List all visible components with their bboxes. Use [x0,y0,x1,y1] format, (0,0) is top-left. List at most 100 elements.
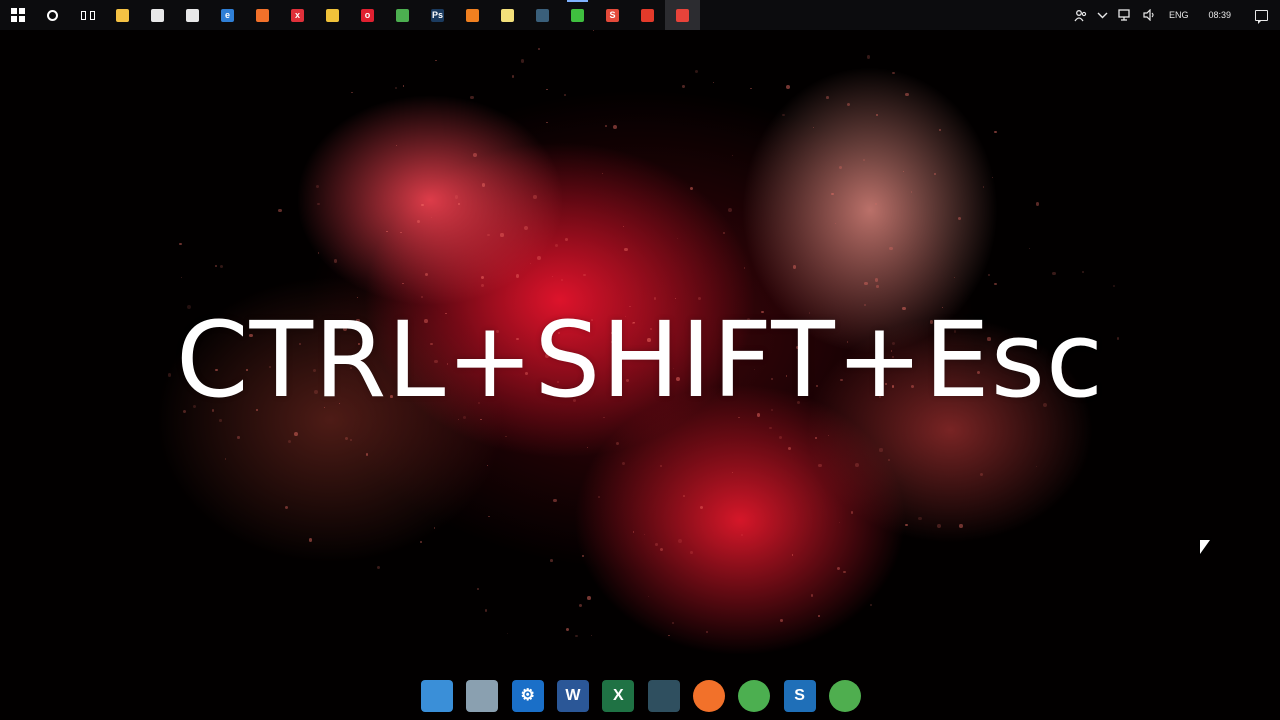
wallpaper-speck [487,233,490,236]
taskbar-app-button[interactable] [560,0,595,30]
dock-item[interactable] [645,677,683,715]
dock-item[interactable]: ⚙ [509,677,547,715]
wallpaper-speck [215,265,218,267]
cortana-search-button[interactable] [35,0,70,30]
tray-clock[interactable]: 08:39 [1196,0,1243,30]
taskbar-app-button[interactable] [245,0,280,30]
task-view-button[interactable] [70,0,105,30]
wallpaper-speck [583,273,586,277]
taskbar-app-button[interactable] [630,0,665,30]
taskbar-app-button[interactable] [455,0,490,30]
taskbar-app-button[interactable]: S [595,0,630,30]
wallpaper-speck [814,436,817,440]
dock-item[interactable] [418,677,456,715]
wallpaper-speck [782,113,785,117]
wallpaper-speck [695,70,699,74]
task-view-icon [80,10,95,21]
tray-people-button[interactable] [1069,0,1092,30]
wallpaper-speck [957,216,962,220]
wallpaper-speck [659,548,663,552]
start-button[interactable] [0,0,35,30]
dock-item[interactable] [735,677,773,715]
wallpaper-speck [400,231,403,234]
wallpaper-speck [812,127,815,129]
wallpaper-speck [180,276,183,278]
dock-item[interactable]: X [599,677,637,715]
wallpaper-speck [838,166,843,170]
wallpaper-speck [472,153,477,158]
wallpaper-speck [590,635,592,637]
wallpaper-speck [553,498,557,503]
wallpaper-speck [601,172,603,175]
wallpaper-speck [810,594,814,597]
wallpaper-speck [488,515,490,517]
taskbar-app-button[interactable] [490,0,525,30]
taskbar-app-button[interactable] [665,0,700,30]
taskbar-app-button[interactable]: x [280,0,315,30]
file-explorer-icon [116,8,129,22]
wallpaper-speck [395,144,398,147]
wallpaper-speck [597,496,600,499]
wallpaper-speck [317,203,320,206]
dock-item[interactable]: S [781,677,819,715]
wallpaper-speck [874,202,877,205]
wallpaper-speck [219,264,224,269]
taskbar-app-button[interactable] [315,0,350,30]
wallpaper-speck [179,242,182,246]
wallpaper-speck [850,511,854,514]
wallpaper-speck [994,130,997,134]
taskbar-app-button[interactable]: e [210,0,245,30]
wallpaper-speck [655,543,658,546]
dock-item[interactable] [690,677,728,715]
wallpaper-speck [334,259,338,263]
wallpaper-speck [345,436,348,440]
tray-overflow-button[interactable] [1092,0,1113,30]
red-x-app-icon: x [291,8,304,22]
wallpaper-speck [417,220,421,224]
wallpaper-speck [560,279,564,282]
taskbar-app-button[interactable] [140,0,175,30]
tray-language-indicator[interactable]: ENG [1161,0,1197,30]
tray-volume-button[interactable] [1138,0,1161,30]
wallpaper-speck [613,124,617,129]
wallpaper-speck [1082,271,1085,274]
wallpaper-speck [937,523,941,528]
taskbar-app-button[interactable] [385,0,420,30]
wallpaper-speck [889,246,893,251]
taskbar-app-button[interactable] [175,0,210,30]
wallpaper-speck [237,436,240,439]
wallpaper-speck [869,604,872,607]
wallpaper-speck [481,275,485,279]
taskbar-app-button[interactable]: Ps [420,0,455,30]
taskbar-app-button[interactable] [105,0,140,30]
mail-icon [186,8,199,22]
wallpaper-speck [622,462,626,466]
wallpaper-speck [834,222,837,225]
dock-item[interactable] [826,677,864,715]
wallpaper-speck [910,191,913,193]
wallpaper-speck [769,426,772,430]
wallpaper-speck [750,87,752,90]
wallpaper-speck [660,465,663,468]
wallpaper-speck [779,436,783,440]
wallpaper-speck [622,225,625,228]
wallpaper-speck [667,634,670,637]
wallpaper-speck [683,495,685,498]
wallpaper-speck [564,238,568,241]
taskbar-app-button[interactable] [525,0,560,30]
wallpaper-speck [605,125,607,128]
taskbar-app-button[interactable]: o [350,0,385,30]
dock-item[interactable] [463,677,501,715]
tray-network-button[interactable] [1113,0,1138,30]
action-center-button[interactable] [1243,0,1280,30]
dock-excel-icon: X [602,680,635,712]
wallpaper-speck [690,187,694,191]
taskbar-apps: e x o Ps S [0,0,700,30]
wallpaper-speck [677,538,682,543]
wallpaper-speck [785,85,790,89]
desktop[interactable]: CTRL+SHIFT+Esc e x o Ps S ENG 08:39 ⚙ W … [0,0,1280,720]
wallpaper-speck [376,566,381,570]
dock-item[interactable]: W [554,677,592,715]
wallpaper-speck [277,208,282,213]
wallpaper-speck [366,453,369,456]
